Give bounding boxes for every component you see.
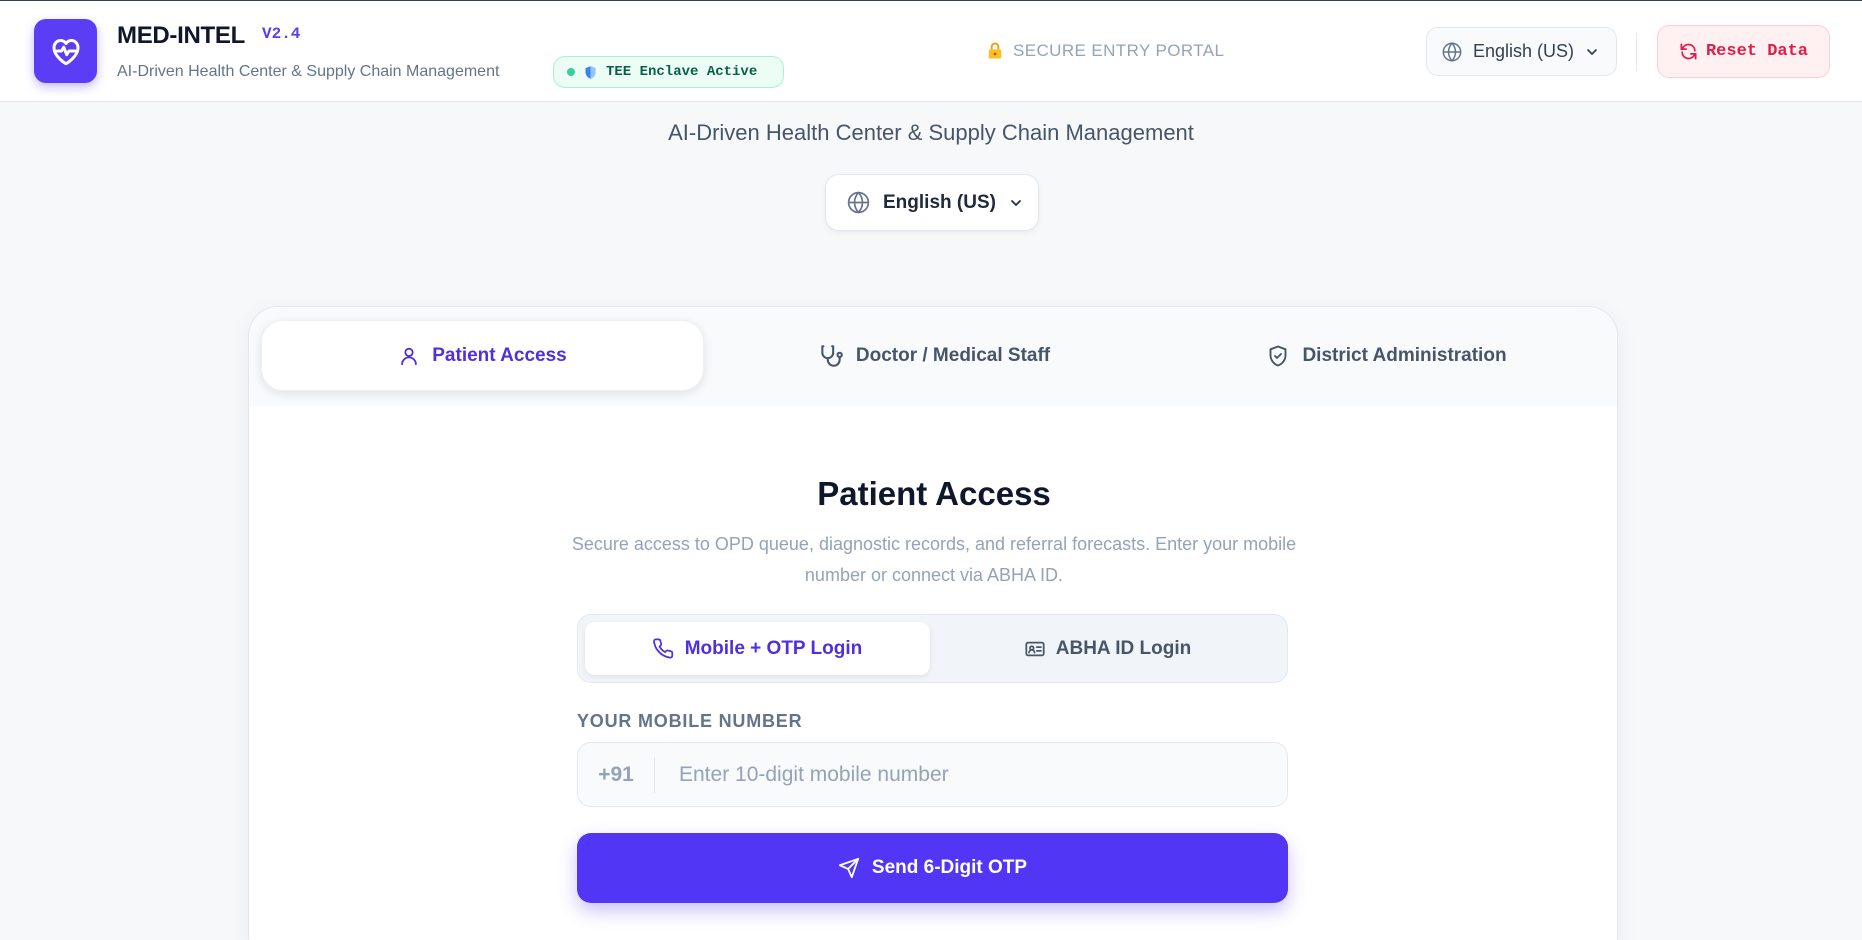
refresh-icon bbox=[1679, 42, 1698, 61]
login-method-toggle: Mobile + OTP Login ABHA ID Login bbox=[577, 614, 1288, 683]
stethoscope-icon bbox=[818, 343, 844, 369]
lock-icon bbox=[985, 41, 1005, 61]
abha-id-login-button[interactable]: ABHA ID Login bbox=[935, 622, 1280, 675]
phone-icon bbox=[652, 638, 675, 660]
language-label: English (US) bbox=[883, 191, 996, 213]
user-icon bbox=[398, 345, 420, 367]
portal-label: SECURE ENTRY PORTAL bbox=[985, 41, 1224, 61]
card-title: Patient Access bbox=[817, 475, 1051, 512]
tab-label: District Administration bbox=[1302, 344, 1507, 366]
language-selector[interactable]: English (US) bbox=[825, 174, 1039, 231]
tab-district-administration[interactable]: District Administration bbox=[1164, 320, 1609, 391]
shield-check-icon bbox=[1266, 344, 1290, 368]
app-subtitle: AI-Driven Health Center & Supply Chain M… bbox=[117, 63, 500, 80]
id-card-icon bbox=[1024, 638, 1046, 660]
page-subtitle: AI-Driven Health Center & Supply Chain M… bbox=[668, 120, 1194, 145]
reset-data-label: Reset Data bbox=[1705, 42, 1809, 61]
app-title: MED-INTEL bbox=[117, 22, 245, 49]
status-dot bbox=[567, 68, 575, 76]
role-tabs: Patient Access Doctor / Medical Staff Di… bbox=[249, 307, 1617, 406]
mobile-number-label: YOUR MOBILE NUMBER bbox=[577, 711, 803, 731]
chevron-down-icon bbox=[1584, 44, 1600, 60]
login-card: Patient Access Doctor / Medical Staff Di… bbox=[248, 306, 1618, 940]
globe-icon bbox=[1441, 41, 1463, 63]
send-otp-label: Send 6-Digit OTP bbox=[871, 857, 1028, 878]
heart-pulse-icon bbox=[48, 33, 84, 69]
mobile-number-field: +91 bbox=[577, 742, 1288, 807]
language-selector-header[interactable]: English (US) bbox=[1426, 27, 1617, 76]
app-version: V2.4 bbox=[262, 25, 301, 43]
send-otp-button[interactable]: Send 6-Digit OTP bbox=[577, 833, 1288, 903]
header-divider bbox=[1636, 33, 1637, 71]
tee-status-text: TEE Enclave Active bbox=[606, 64, 758, 80]
abha-id-login-label: ABHA ID Login bbox=[1055, 637, 1192, 659]
mobile-otp-login-button[interactable]: Mobile + OTP Login bbox=[585, 622, 930, 675]
card-description: Secure access to OPD queue, diagnostic r… bbox=[571, 534, 1297, 585]
mobile-otp-login-label: Mobile + OTP Login bbox=[684, 637, 863, 659]
portal-label-text: SECURE ENTRY PORTAL bbox=[1013, 41, 1225, 60]
tab-label: Doctor / Medical Staff bbox=[855, 344, 1051, 366]
language-label: English (US) bbox=[1473, 41, 1575, 61]
app-logo[interactable] bbox=[34, 19, 97, 83]
shield-icon bbox=[583, 64, 598, 81]
reset-data-button[interactable]: Reset Data bbox=[1657, 25, 1830, 78]
tab-patient-access[interactable]: Patient Access bbox=[261, 320, 704, 391]
app-header: MED-INTEL V2.4 AI-Driven Health Center &… bbox=[0, 1, 1862, 102]
tab-doctor-medical-staff[interactable]: Doctor / Medical Staff bbox=[719, 320, 1149, 391]
mobile-number-input[interactable] bbox=[655, 743, 1287, 806]
tab-label: Patient Access bbox=[432, 344, 567, 366]
chevron-down-icon bbox=[1008, 195, 1024, 211]
country-code: +91 bbox=[578, 756, 655, 793]
send-icon bbox=[838, 857, 860, 879]
globe-icon bbox=[846, 190, 871, 215]
tee-status-badge: TEE Enclave Active bbox=[553, 56, 784, 88]
